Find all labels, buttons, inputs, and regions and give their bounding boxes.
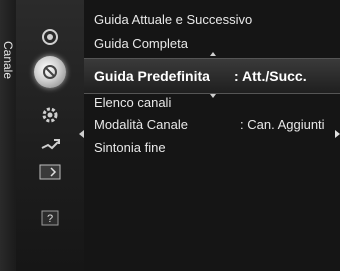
menu-item-fine-tune[interactable]: Sintonia fine (94, 137, 340, 159)
menu-item-label: Elenco canali (94, 95, 172, 110)
category-label: Canale (1, 40, 15, 80)
scroll-up-arrow-icon (210, 52, 216, 56)
category-tab: Canale (0, 0, 17, 271)
screen-icon[interactable] (39, 164, 61, 180)
menu-item-channel-mode[interactable]: Modalità Canale : Can. Aggiunti (94, 114, 340, 136)
menu-item-value: : Can. Aggiunti (240, 117, 325, 132)
menu-icon-column: ? (16, 0, 85, 271)
channel-satellite-icon[interactable] (34, 56, 66, 88)
gear-icon[interactable] (41, 106, 59, 124)
menu-item-label: Guida Predefinita (94, 68, 210, 84)
menu-item-channel-list[interactable]: Elenco canali (94, 92, 340, 114)
menu-item-label: Guida Completa (94, 36, 188, 51)
plug-icon[interactable] (40, 136, 60, 154)
antenna-icon[interactable] (41, 28, 59, 46)
menu-item-current-next-guide[interactable]: Guida Attuale e Successivo (94, 9, 340, 31)
menu-item-full-guide[interactable]: Guida Completa (94, 33, 340, 55)
help-icon[interactable]: ? (41, 210, 59, 226)
tv-osd-menu: Canale ? Guida Attuale e Successivo Guid… (0, 0, 340, 271)
menu-item-label: Sintonia fine (94, 140, 166, 155)
selected-menu-row[interactable]: Guida Predefinita : Att./Succ. (79, 58, 340, 138)
help-icon-glyph: ? (47, 213, 53, 225)
menu-item-label: Modalità Canale (94, 117, 188, 132)
menu-item-value: : Att./Succ. (234, 68, 307, 84)
menu-item-default-guide[interactable]: Guida Predefinita : Att./Succ. (94, 65, 340, 87)
left-arrow-icon (79, 130, 84, 138)
menu-panel: Guida Attuale e Successivo Guida Complet… (79, 0, 340, 271)
menu-item-label: Guida Attuale e Successivo (94, 12, 253, 27)
